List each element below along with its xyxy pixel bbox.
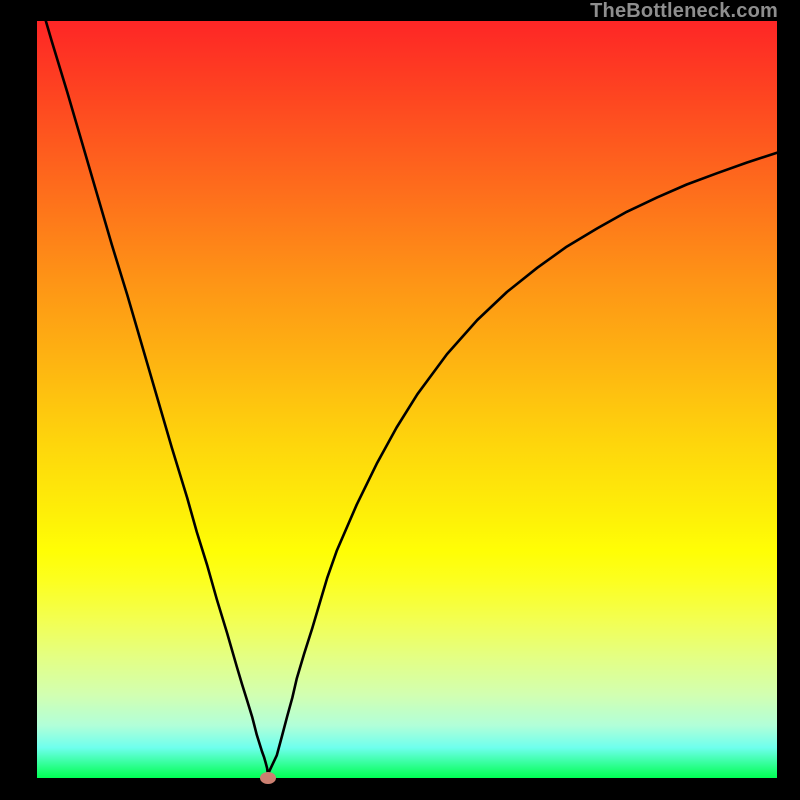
watermark-text: TheBottleneck.com <box>590 0 778 23</box>
bottleneck-curve <box>37 21 777 778</box>
chart-frame: TheBottleneck.com <box>0 0 800 800</box>
plot-area <box>37 21 777 778</box>
optimal-point-marker <box>260 772 276 784</box>
